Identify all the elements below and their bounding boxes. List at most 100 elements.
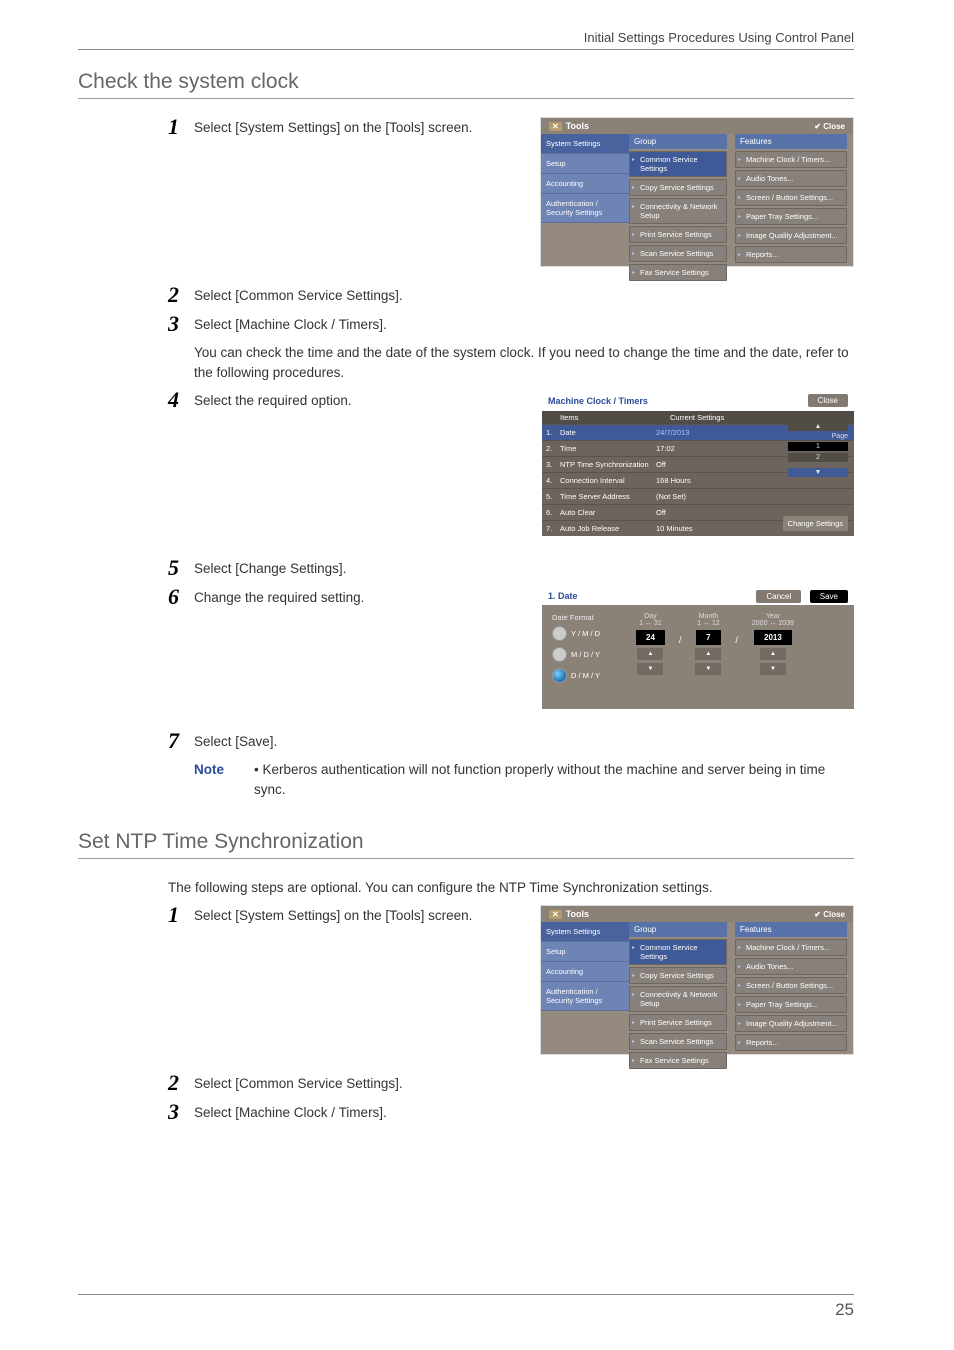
step-text: Select [Machine Clock / Timers]. bbox=[194, 1102, 854, 1123]
step-number: 2 bbox=[168, 1073, 194, 1093]
group-item-scan[interactable]: Scan Service Settings bbox=[629, 245, 727, 262]
close-button[interactable]: ✔ Close bbox=[814, 122, 845, 131]
day-down-button[interactable]: ▼ bbox=[637, 663, 663, 675]
year-value: 2013 bbox=[754, 630, 792, 645]
scroll-down-icon[interactable]: ▼ bbox=[788, 468, 848, 477]
date-format-label: Date Format bbox=[552, 613, 622, 622]
column-header-features: Features bbox=[735, 134, 847, 149]
section-title-clock: Check the system clock bbox=[78, 70, 854, 94]
feature-item-clock[interactable]: Machine Clock / Timers... bbox=[735, 939, 847, 956]
sidebar-item-setup[interactable]: Setup bbox=[541, 942, 629, 962]
group-item-fax[interactable]: Fax Service Settings bbox=[629, 1052, 727, 1069]
column-header-features: Features bbox=[735, 922, 847, 937]
group-item-conn[interactable]: Connectivity & Network Setup bbox=[629, 198, 727, 224]
close-button[interactable]: Close bbox=[808, 394, 848, 407]
feature-item-image[interactable]: Image Quality Adjustment... bbox=[735, 227, 847, 244]
radio-icon bbox=[552, 647, 567, 662]
feature-item-screen[interactable]: Screen / Button Settings... bbox=[735, 189, 847, 206]
radio-dmy[interactable]: D / M / Y bbox=[552, 668, 622, 683]
step-text: Select [Machine Clock / Timers]. bbox=[194, 314, 854, 335]
step-text: Select [System Settings] on the [Tools] … bbox=[194, 117, 540, 138]
sidebar-item-auth[interactable]: Authentication / Security Settings bbox=[541, 982, 629, 1011]
feature-item-image[interactable]: Image Quality Adjustment... bbox=[735, 1015, 847, 1032]
step-number: 3 bbox=[168, 1102, 194, 1122]
feature-item-reports[interactable]: Reports... bbox=[735, 1034, 847, 1051]
step-paragraph: You can check the time and the date of t… bbox=[194, 342, 854, 382]
group-item-conn[interactable]: Connectivity & Network Setup bbox=[629, 986, 727, 1012]
slash: / bbox=[735, 613, 738, 689]
group-item-scan[interactable]: Scan Service Settings bbox=[629, 1033, 727, 1050]
group-item-copy[interactable]: Copy Service Settings bbox=[629, 967, 727, 984]
step-text: Change the required setting. bbox=[194, 587, 542, 608]
page-current: 1 bbox=[788, 442, 848, 451]
sidebar-item-system-settings[interactable]: System Settings bbox=[541, 134, 629, 154]
list-row[interactable]: 5.Time Server Address(Not Set) bbox=[542, 488, 854, 504]
step-number: 2 bbox=[168, 285, 194, 305]
header-right: Initial Settings Procedures Using Contro… bbox=[78, 30, 854, 45]
step-text: Select [Common Service Settings]. bbox=[194, 1073, 854, 1094]
dialog-title: 1. Date bbox=[548, 591, 578, 601]
year-up-button[interactable]: ▲ bbox=[760, 648, 786, 660]
change-settings-button[interactable]: Change Settings bbox=[783, 516, 848, 531]
feature-item-reports[interactable]: Reports... bbox=[735, 246, 847, 263]
year-label: Year bbox=[766, 613, 780, 620]
group-item-fax[interactable]: Fax Service Settings bbox=[629, 264, 727, 281]
sidebar-item-auth[interactable]: Authentication / Security Settings bbox=[541, 194, 629, 223]
close-button[interactable]: ✔ Close bbox=[814, 910, 845, 919]
note-text: • Kerberos authentication will not funct… bbox=[254, 760, 854, 799]
col-header-items: Items bbox=[546, 413, 670, 422]
save-button[interactable]: Save bbox=[810, 590, 848, 603]
section-title-ntp: Set NTP Time Synchronization bbox=[78, 830, 854, 854]
day-up-button[interactable]: ▲ bbox=[637, 648, 663, 660]
screenshot-clock-timers: Machine Clock / Timers Close Items Curre… bbox=[542, 390, 854, 536]
step-text: Select [Change Settings]. bbox=[194, 558, 854, 579]
page-label: Page bbox=[788, 433, 848, 440]
step-text: Select the required option. bbox=[194, 390, 542, 411]
feature-item-audio[interactable]: Audio Tones... bbox=[735, 958, 847, 975]
radio-ymd[interactable]: Y / M / D bbox=[552, 626, 622, 641]
group-item-copy[interactable]: Copy Service Settings bbox=[629, 179, 727, 196]
sidebar-item-accounting[interactable]: Accounting bbox=[541, 174, 629, 194]
month-up-button[interactable]: ▲ bbox=[695, 648, 721, 660]
dialog-title: Machine Clock / Timers bbox=[548, 396, 648, 406]
page-total: 2 bbox=[788, 453, 848, 462]
radio-mdy[interactable]: M / D / Y bbox=[552, 647, 622, 662]
feature-item-screen[interactable]: Screen / Button Settings... bbox=[735, 977, 847, 994]
group-item-print[interactable]: Print Service Settings bbox=[629, 226, 727, 243]
group-item-print[interactable]: Print Service Settings bbox=[629, 1014, 727, 1031]
sidebar-item-setup[interactable]: Setup bbox=[541, 154, 629, 174]
note-label: Note bbox=[194, 760, 254, 799]
day-label: Day bbox=[644, 613, 656, 620]
column-header-group: Group bbox=[629, 922, 727, 937]
feature-item-tray[interactable]: Paper Tray Settings... bbox=[735, 208, 847, 225]
feature-item-tray[interactable]: Paper Tray Settings... bbox=[735, 996, 847, 1013]
sidebar-item-system-settings[interactable]: System Settings bbox=[541, 922, 629, 942]
step-number: 5 bbox=[168, 558, 194, 578]
cancel-button[interactable]: Cancel bbox=[756, 590, 801, 603]
page-number: 25 bbox=[835, 1300, 854, 1320]
radio-icon bbox=[552, 668, 567, 683]
footer-rule bbox=[78, 1294, 854, 1295]
slash: / bbox=[679, 613, 682, 689]
step-number: 3 bbox=[168, 314, 194, 334]
month-value: 7 bbox=[696, 630, 720, 645]
step-text: Select [Common Service Settings]. bbox=[194, 285, 854, 306]
step-text: Select [System Settings] on the [Tools] … bbox=[194, 905, 540, 926]
feature-item-clock[interactable]: Machine Clock / Timers... bbox=[735, 151, 847, 168]
feature-item-audio[interactable]: Audio Tones... bbox=[735, 170, 847, 187]
screenshot-tools: ✕Tools ✔ Close System Settings Setup Acc… bbox=[540, 117, 854, 267]
group-item-common[interactable]: Common Service Settings bbox=[629, 939, 727, 965]
screenshot-tools: ✕Tools ✔ Close System Settings Setup Acc… bbox=[540, 905, 854, 1055]
section-rule bbox=[78, 98, 854, 99]
scroll-up-icon[interactable]: ▲ bbox=[788, 422, 848, 431]
section-rule bbox=[78, 858, 854, 859]
radio-icon bbox=[552, 626, 567, 641]
close-x-icon[interactable]: ✕ bbox=[549, 910, 562, 919]
step-number: 7 bbox=[168, 731, 194, 751]
group-item-common[interactable]: Common Service Settings bbox=[629, 151, 727, 177]
header-rule bbox=[78, 49, 854, 50]
close-x-icon[interactable]: ✕ bbox=[549, 122, 562, 131]
month-down-button[interactable]: ▼ bbox=[695, 663, 721, 675]
sidebar-item-accounting[interactable]: Accounting bbox=[541, 962, 629, 982]
year-down-button[interactable]: ▼ bbox=[760, 663, 786, 675]
